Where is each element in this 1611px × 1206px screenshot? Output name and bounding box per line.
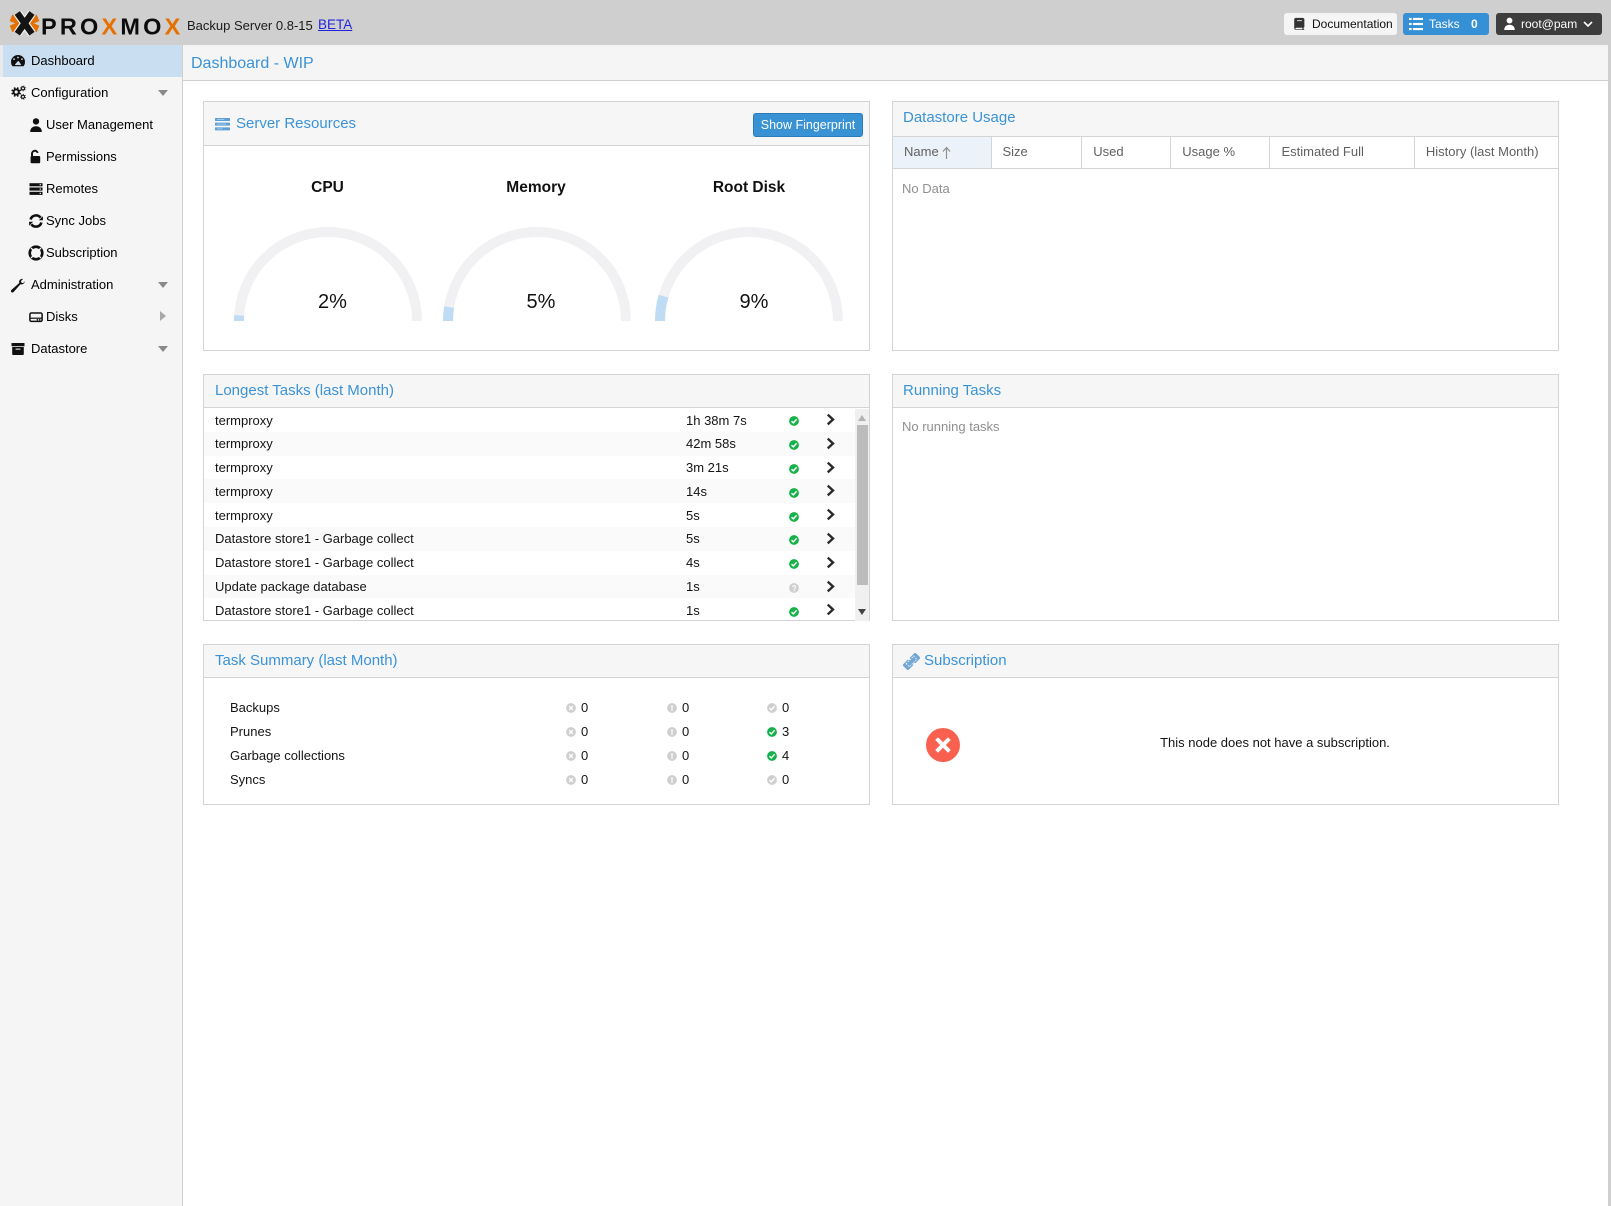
svg-text:PROXMOX: PROXMOX — [41, 14, 180, 40]
